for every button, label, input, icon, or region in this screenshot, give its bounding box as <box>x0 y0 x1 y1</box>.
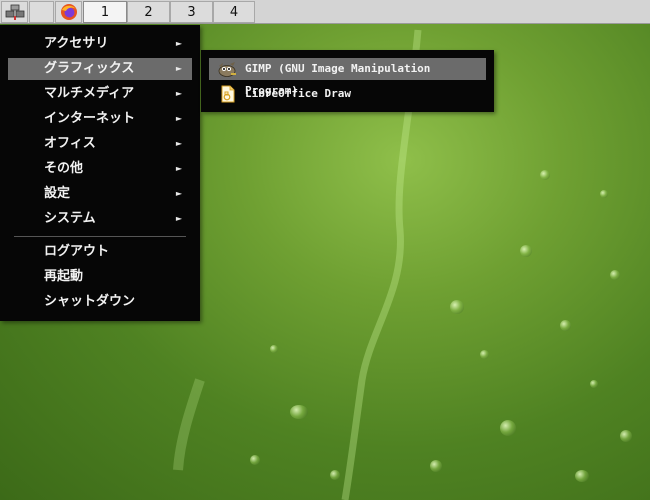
menu-item-label: シャットダウン <box>44 294 136 309</box>
menu-item-reboot[interactable]: 再起動 <box>8 266 192 288</box>
menu-item-label: ログアウト <box>44 244 110 259</box>
window-button[interactable] <box>29 1 54 23</box>
menu-item-internet[interactable]: インターネット ► <box>8 108 192 130</box>
raindrop <box>330 470 340 480</box>
menu-item-label: アクセサリ <box>44 36 109 51</box>
submenu-arrow-icon: ► <box>175 39 182 48</box>
raindrop <box>500 420 516 436</box>
menu-item-label: マルチメディア <box>44 86 135 101</box>
menu-item-label: オフィス <box>44 136 96 151</box>
raindrop <box>590 380 598 388</box>
raindrop <box>430 460 442 472</box>
workspace-3[interactable]: 3 <box>170 1 213 23</box>
submenu-arrow-icon: ► <box>175 64 182 73</box>
submenu-arrow-icon: ► <box>175 164 182 173</box>
gimp-icon <box>218 62 236 77</box>
menu-item-graphics[interactable]: グラフィックス ► <box>8 58 192 80</box>
menu-item-accessories[interactable]: アクセサリ ► <box>8 33 192 55</box>
firefox-button[interactable] <box>55 1 82 23</box>
raindrop <box>450 300 464 314</box>
menu-item-label: その他 <box>44 161 84 176</box>
network-button[interactable] <box>1 1 28 23</box>
raindrop <box>575 470 589 482</box>
taskbar: 1 2 3 4 <box>0 0 650 24</box>
submenu-arrow-icon: ► <box>175 114 182 123</box>
network-icon <box>5 4 24 20</box>
submenu-arrow-icon: ► <box>175 189 182 198</box>
raindrop <box>250 455 260 465</box>
menu-item-system[interactable]: システム ► <box>8 208 192 230</box>
workspace-2[interactable]: 2 <box>127 1 170 23</box>
menu-item-logout[interactable]: ログアウト <box>8 241 192 263</box>
application-menu: アクセサリ ► グラフィックス ► マルチメディア ► インターネット ► オフ… <box>0 25 200 321</box>
raindrop <box>520 245 532 257</box>
menu-item-label: システム <box>44 211 96 226</box>
workspace-1[interactable]: 1 <box>83 1 127 23</box>
submenu-arrow-icon: ► <box>175 89 182 98</box>
raindrop <box>480 350 489 359</box>
menu-item-shutdown[interactable]: シャットダウン <box>8 291 192 313</box>
raindrop <box>600 190 608 198</box>
libreoffice-draw-icon <box>221 85 235 103</box>
submenu-arrow-icon: ► <box>175 139 182 148</box>
submenu-item-gimp[interactable]: GIMP (GNU Image Manipulation Program) <box>209 58 486 97</box>
raindrop <box>610 270 620 280</box>
raindrop <box>270 345 278 353</box>
raindrop <box>290 405 308 419</box>
menu-item-multimedia[interactable]: マルチメディア ► <box>8 83 192 105</box>
submenu-arrow-icon: ► <box>175 214 182 223</box>
menu-item-label: 設定 <box>44 186 71 201</box>
submenu-item-libreoffice-draw[interactable]: LibreOffice Draw <box>209 83 486 105</box>
submenu-item-label: LibreOffice Draw <box>245 87 351 100</box>
workspace-4[interactable]: 4 <box>213 1 255 23</box>
menu-separator <box>14 236 186 237</box>
raindrop <box>540 170 550 180</box>
menu-item-label: グラフィックス <box>44 61 135 76</box>
menu-item-other[interactable]: その他 ► <box>8 158 192 180</box>
raindrop <box>560 320 571 331</box>
firefox-icon <box>60 4 77 20</box>
graphics-submenu: GIMP (GNU Image Manipulation Program) Li… <box>201 50 494 112</box>
menu-item-office[interactable]: オフィス ► <box>8 133 192 155</box>
raindrop <box>620 430 632 442</box>
menu-item-label: 再起動 <box>44 269 84 284</box>
menu-item-label: インターネット <box>44 111 136 126</box>
menu-item-settings[interactable]: 設定 ► <box>8 183 192 205</box>
